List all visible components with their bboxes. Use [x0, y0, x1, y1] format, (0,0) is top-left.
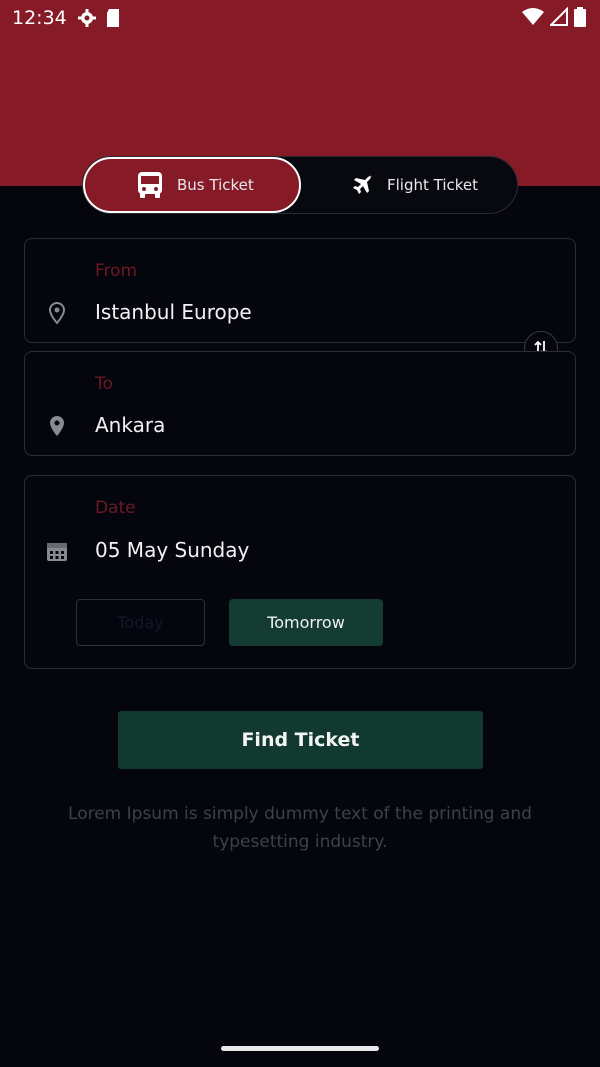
- bus-icon: [137, 171, 163, 199]
- from-label: From: [95, 261, 138, 281]
- location-pin-outline-icon: [45, 301, 69, 325]
- tomorrow-button[interactable]: Tomorrow: [229, 599, 383, 646]
- tab-bus-ticket[interactable]: Bus Ticket: [83, 157, 301, 213]
- ticket-type-tabs: Bus Ticket Flight Ticket: [82, 156, 518, 214]
- today-button[interactable]: Today: [76, 599, 205, 646]
- signal-icon: [548, 6, 568, 31]
- battery-icon: [574, 7, 586, 31]
- tab-flight-label: Flight Ticket: [387, 176, 479, 194]
- wifi-icon: [522, 7, 544, 31]
- calendar-icon: [45, 539, 69, 563]
- navigation-handle[interactable]: [221, 1046, 379, 1051]
- from-value: Istanbul Europe: [95, 300, 252, 324]
- to-value: Ankara: [95, 413, 166, 437]
- tab-bus-label: Bus Ticket: [177, 176, 254, 194]
- tab-flight-ticket[interactable]: Flight Ticket: [311, 157, 517, 213]
- status-bar: 12:34: [0, 0, 600, 36]
- find-ticket-button[interactable]: Find Ticket: [118, 711, 483, 769]
- location-pin-filled-icon: [45, 414, 69, 438]
- gear-icon: [77, 8, 97, 28]
- description-text: Lorem Ipsum is simply dummy text of the …: [68, 804, 532, 852]
- status-time: 12:34: [12, 7, 67, 29]
- airplane-icon: [351, 174, 373, 196]
- to-label: To: [95, 374, 113, 394]
- from-field[interactable]: From Istanbul Europe: [24, 238, 576, 343]
- date-field: Date 05 May Sunday Today Tomorrow: [24, 475, 576, 669]
- date-label: Date: [95, 498, 136, 518]
- sd-card-icon: [105, 8, 125, 28]
- date-value[interactable]: 05 May Sunday: [95, 538, 249, 562]
- to-field[interactable]: To Ankara: [24, 351, 576, 456]
